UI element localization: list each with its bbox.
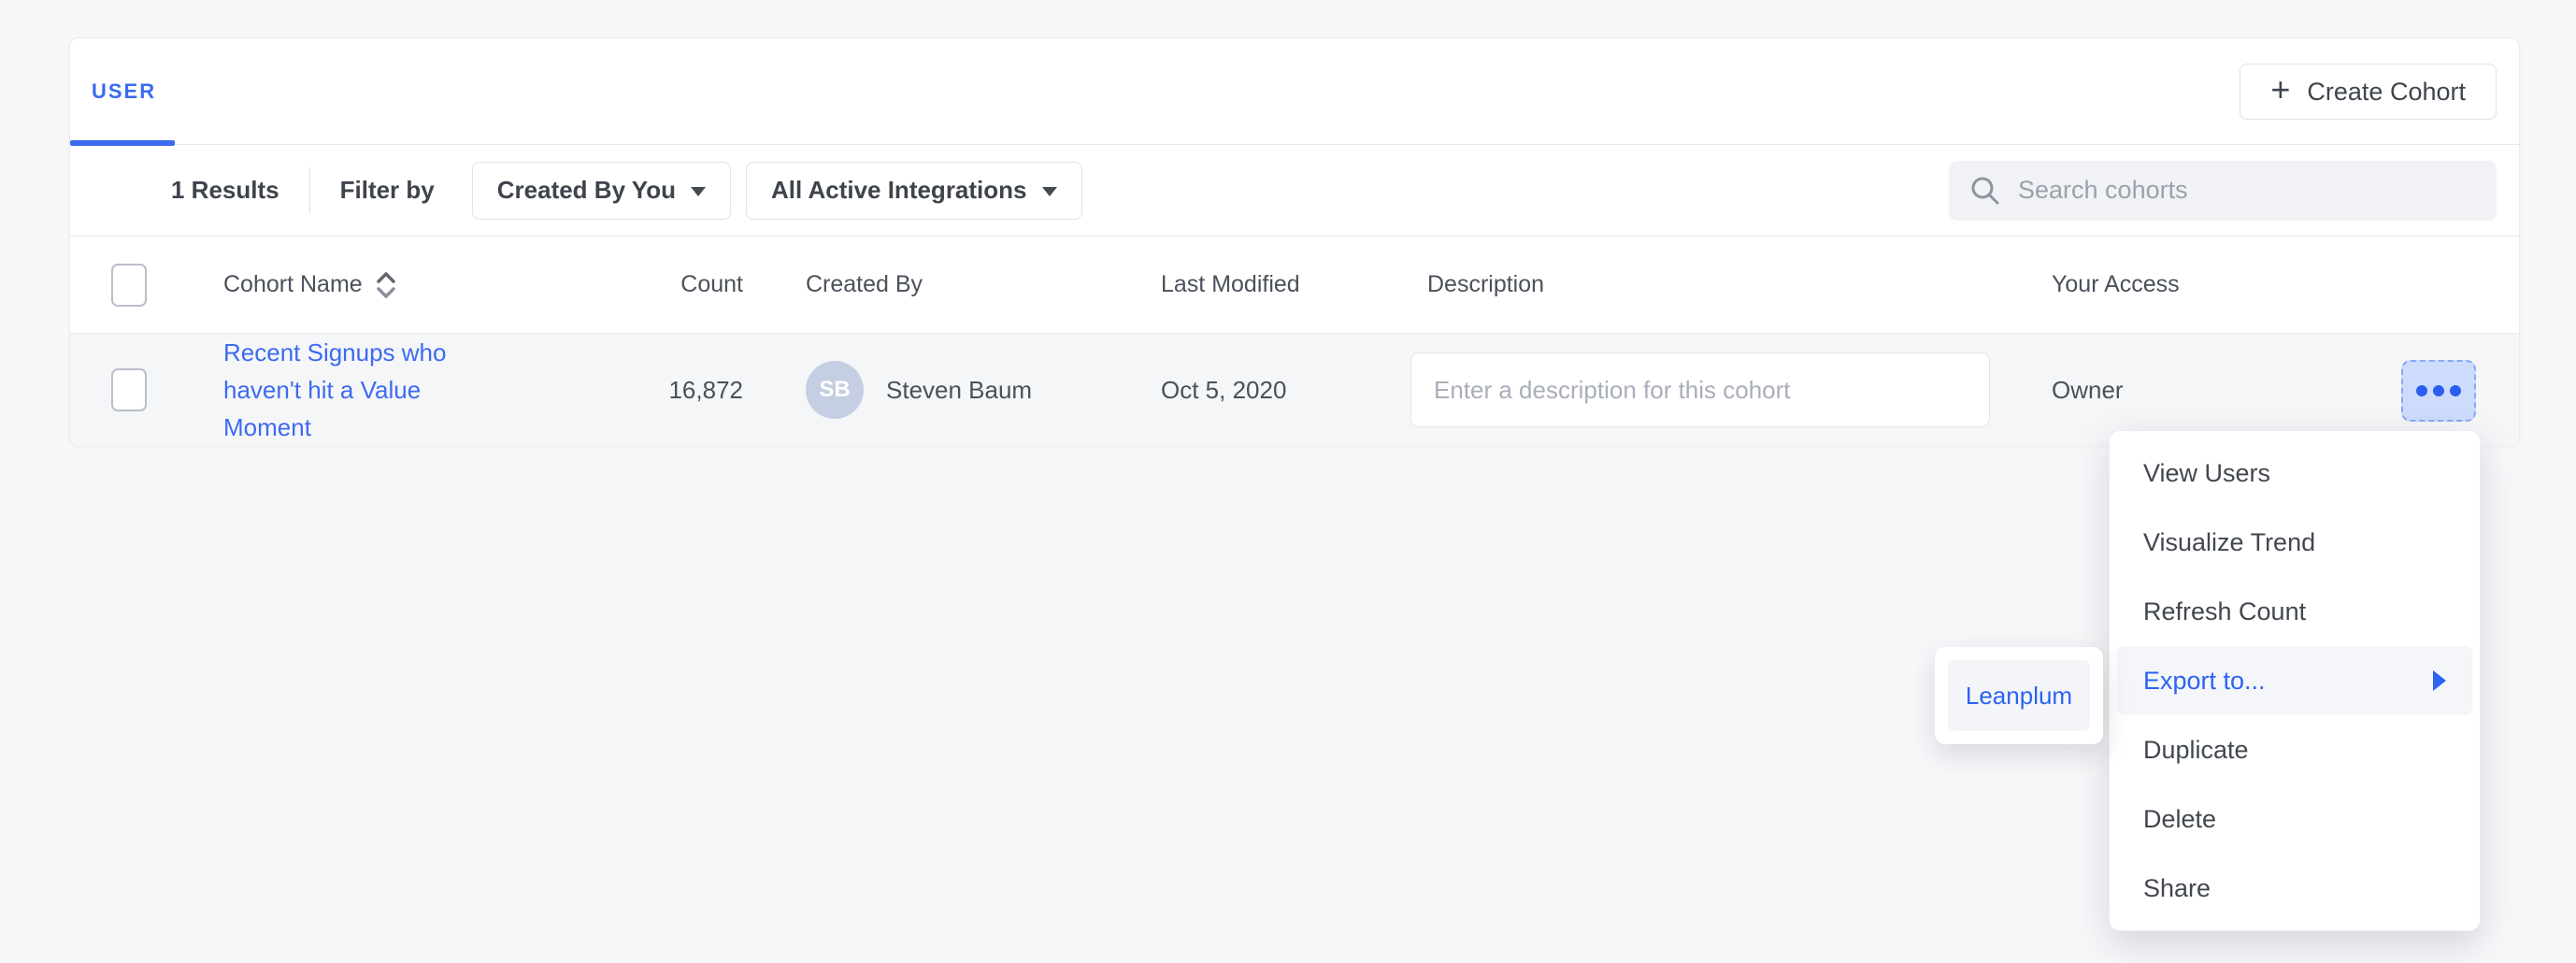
select-all-checkbox[interactable] <box>111 264 147 307</box>
submenu-arrow-icon <box>2433 670 2446 691</box>
menu-item-duplicate[interactable]: Duplicate <box>2110 715 2480 784</box>
chevron-down-icon <box>691 187 706 196</box>
menu-item-export-to[interactable]: Export to... <box>2117 646 2472 715</box>
create-cohort-button[interactable]: + Create Cohort <box>2240 64 2497 120</box>
create-cohort-label: Create Cohort <box>2307 78 2466 107</box>
header-created-by: Created By <box>806 271 923 298</box>
plus-icon: + <box>2270 73 2290 107</box>
cohort-count: 16,872 <box>668 376 743 405</box>
row-checkbox[interactable] <box>111 368 147 411</box>
submenu-item-leanplum[interactable]: Leanplum <box>1948 660 2090 731</box>
filter-bar: 1 Results Filter by Created By You All A… <box>70 145 2519 237</box>
header-count: Count <box>680 271 743 298</box>
last-modified-date: Oct 5, 2020 <box>1161 376 1286 405</box>
table-row: Recent Signups who haven't hit a Value M… <box>70 334 2519 446</box>
created-by-dropdown-value: Created By You <box>497 176 676 205</box>
created-by-dropdown[interactable]: Created By You <box>472 162 731 220</box>
tab-user-label: USER <box>92 79 156 104</box>
access-value: Owner <box>2052 376 2124 405</box>
avatar: SB <box>806 361 864 419</box>
description-input[interactable] <box>1410 352 1990 427</box>
chevron-down-icon <box>1042 187 1057 196</box>
integrations-dropdown-value: All Active Integrations <box>771 176 1027 205</box>
menu-item-view-users[interactable]: View Users <box>2110 438 2480 508</box>
menu-item-share[interactable]: Share <box>2110 854 2480 923</box>
header-last-modified: Last Modified <box>1161 271 1300 298</box>
menu-item-delete[interactable]: Delete <box>2110 784 2480 854</box>
divider <box>309 167 310 214</box>
row-context-menu: View Users Visualize Trend Refresh Count… <box>2109 430 2481 931</box>
cohort-name-link[interactable]: Recent Signups who haven't hit a Value M… <box>223 334 476 446</box>
search-box[interactable] <box>1949 161 2497 221</box>
cohorts-panel: USER + Create Cohort 1 Results Filter by… <box>69 37 2520 446</box>
header-description: Description <box>1427 271 1544 298</box>
menu-item-refresh-count[interactable]: Refresh Count <box>2110 577 2480 646</box>
header-your-access: Your Access <box>2052 271 2180 298</box>
integrations-dropdown[interactable]: All Active Integrations <box>746 162 1082 220</box>
sort-icon <box>374 269 398 301</box>
more-options-icon <box>2416 385 2427 396</box>
row-actions-button[interactable] <box>2401 360 2476 422</box>
search-icon <box>1969 175 2001 207</box>
tab-user[interactable]: USER <box>70 38 175 145</box>
results-count: 1 Results <box>171 176 279 205</box>
tab-bar: USER + Create Cohort <box>70 38 2519 145</box>
menu-item-visualize-trend[interactable]: Visualize Trend <box>2110 508 2480 577</box>
table-header: Cohort Name Count Created By Last Modifi… <box>70 237 2519 334</box>
export-submenu: Leanplum <box>1935 647 2103 744</box>
filter-by-label: Filter by <box>340 176 435 205</box>
search-input[interactable] <box>2018 176 2476 205</box>
header-cohort-name[interactable]: Cohort Name <box>223 237 398 333</box>
created-by-name: Steven Baum <box>886 376 1032 405</box>
